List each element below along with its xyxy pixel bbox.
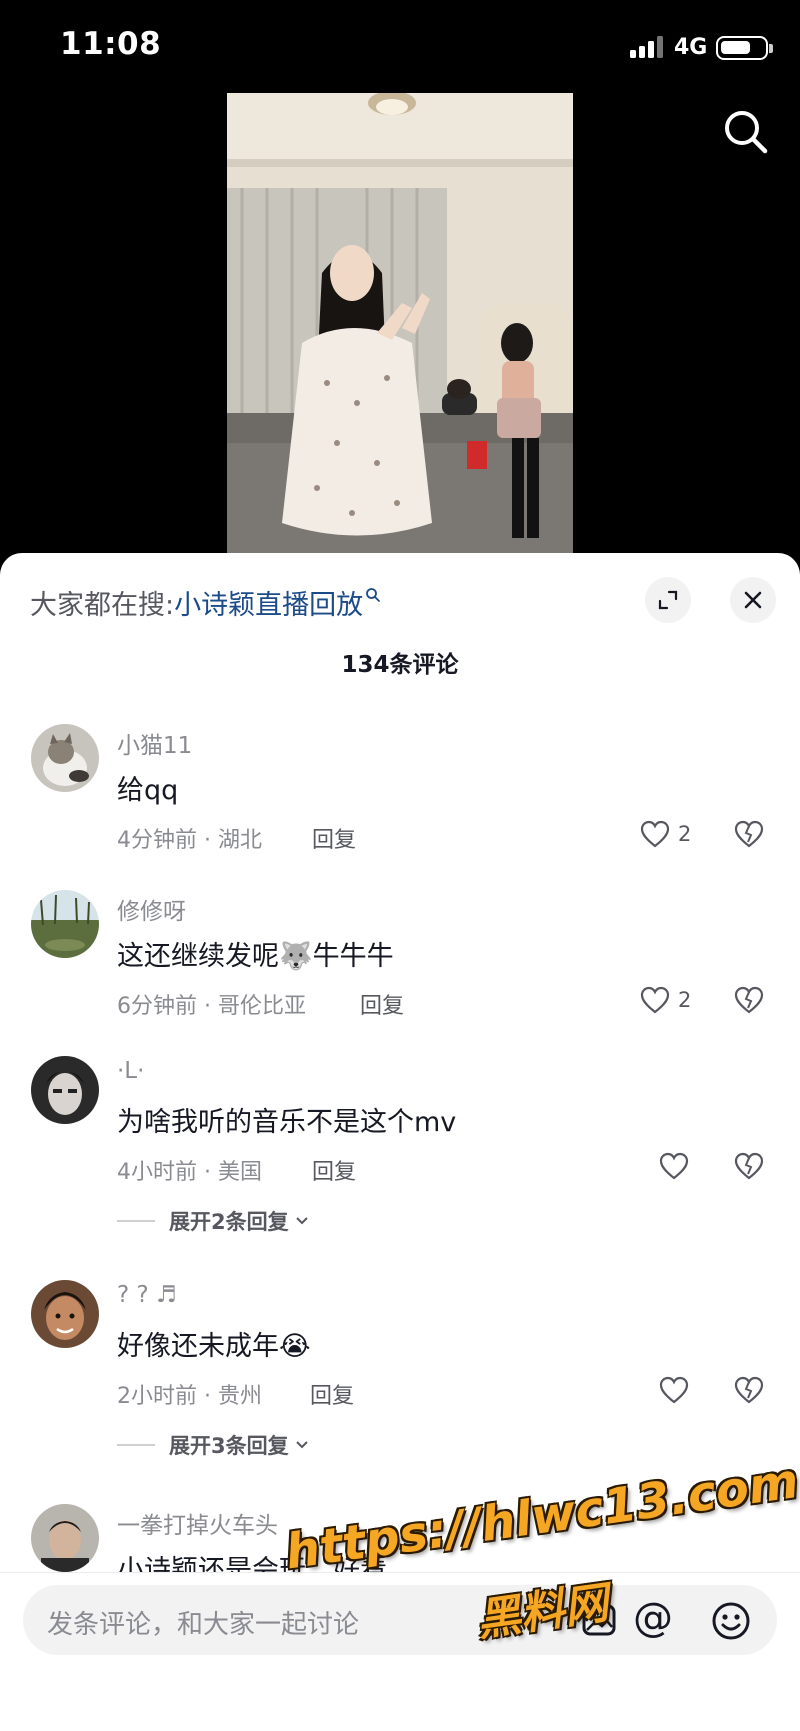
close-icon [744, 591, 762, 609]
expand-icon [658, 590, 678, 610]
broken-heart-icon [734, 986, 764, 1014]
emoji-button[interactable] [711, 1601, 751, 1645]
chevron-down-icon [295, 1441, 308, 1449]
expand-replies-label: 展开2条回复 [169, 1210, 289, 1234]
like-button[interactable]: 2 [640, 986, 691, 1014]
comment-username[interactable]: 一拳打掉火车头 [117, 1506, 278, 1540]
comment-meta: 4分钟前 · 湖北 [117, 828, 262, 853]
like-count: 2 [678, 822, 692, 846]
like-button[interactable]: 2 [640, 820, 691, 848]
status-time: 11:08 [60, 26, 162, 62]
small-search-icon [365, 579, 381, 610]
expand-replies-button[interactable]: 展开3条回复 [117, 1430, 311, 1460]
divider-line [117, 1220, 155, 1222]
avatar[interactable] [31, 890, 99, 958]
broken-heart-icon [734, 820, 764, 848]
hot-search-label: 大家都在搜: [30, 590, 175, 621]
video-frame-image [227, 93, 573, 553]
close-button[interactable] [730, 577, 776, 623]
like-count: 2 [678, 988, 692, 1012]
signal-icon [630, 36, 666, 58]
comment-username[interactable]: 小猫11 [117, 726, 192, 760]
comment-text: 给qq [117, 775, 179, 806]
expand-fullscreen-button[interactable] [645, 577, 691, 623]
heart-icon [640, 820, 670, 848]
reply-button[interactable]: 回复 [312, 1154, 356, 1186]
reply-button[interactable]: 回复 [360, 988, 404, 1020]
comment-text: 好像还未成年😭 [117, 1331, 311, 1362]
comment-input-area: 发条评论，和大家一起讨论 @ [0, 1572, 800, 1731]
comment-sheet: 大家都在搜:小诗颖直播回放 134条评论 小猫11 给qq 4分钟前 · 湖北 … [0, 553, 800, 1731]
battery-fill [721, 41, 750, 54]
comment-text: 为啥我听的音乐不是这个mv [117, 1107, 457, 1138]
avatar[interactable] [31, 1504, 99, 1572]
image-button[interactable] [581, 1603, 617, 1641]
hot-search-bar[interactable]: 大家都在搜:小诗颖直播回放 [30, 583, 381, 622]
broken-heart-icon [734, 1152, 764, 1180]
reply-button[interactable]: 回复 [312, 822, 356, 854]
divider-line [117, 1444, 155, 1446]
dislike-button[interactable] [733, 986, 765, 1018]
comment-input[interactable]: 发条评论，和大家一起讨论 @ [23, 1585, 777, 1655]
avatar[interactable] [31, 1280, 99, 1348]
heart-icon [640, 986, 670, 1014]
heart-icon [659, 1376, 689, 1404]
image-icon [582, 1604, 616, 1636]
network-type: 4G [674, 35, 708, 60]
comment-text: 这还继续发呢🐺牛牛牛 [117, 941, 394, 972]
comment-meta: 4小时前 · 美国 [117, 1160, 262, 1185]
dislike-button[interactable] [733, 1152, 765, 1184]
like-button[interactable] [659, 1152, 689, 1180]
chevron-down-icon [295, 1217, 308, 1225]
dislike-button[interactable] [733, 1376, 765, 1408]
comment-input-placeholder: 发条评论，和大家一起讨论 [47, 1610, 360, 1640]
reply-button[interactable]: 回复 [310, 1378, 354, 1410]
comment-username[interactable]: ·L· [117, 1058, 144, 1084]
avatar[interactable] [31, 1056, 99, 1124]
comment-meta: 6分钟前 · 哥伦比亚 [117, 994, 306, 1019]
video-player[interactable] [227, 93, 573, 553]
smiley-icon [712, 1602, 750, 1640]
search-icon[interactable] [722, 108, 770, 156]
expand-replies-button[interactable]: 展开2条回复 [117, 1206, 311, 1236]
expand-replies-label: 展开3条回复 [169, 1434, 289, 1458]
battery-icon [716, 36, 773, 60]
like-button[interactable] [659, 1376, 689, 1404]
status-bar: 11:08 4G [0, 0, 800, 92]
mention-button[interactable]: @ [633, 1595, 673, 1641]
comment-count: 134条评论 [341, 652, 459, 678]
heart-icon [659, 1152, 689, 1180]
broken-heart-icon [734, 1376, 764, 1404]
dislike-button[interactable] [733, 820, 765, 852]
comment-username[interactable]: 修修呀 [117, 892, 186, 926]
comment-meta: 2小时前 · 贵州 [117, 1384, 262, 1409]
hot-search-keyword[interactable]: 小诗颖直播回放 [174, 590, 363, 621]
avatar[interactable] [31, 724, 99, 792]
comment-username[interactable]: ? ? ♬ [117, 1282, 177, 1308]
